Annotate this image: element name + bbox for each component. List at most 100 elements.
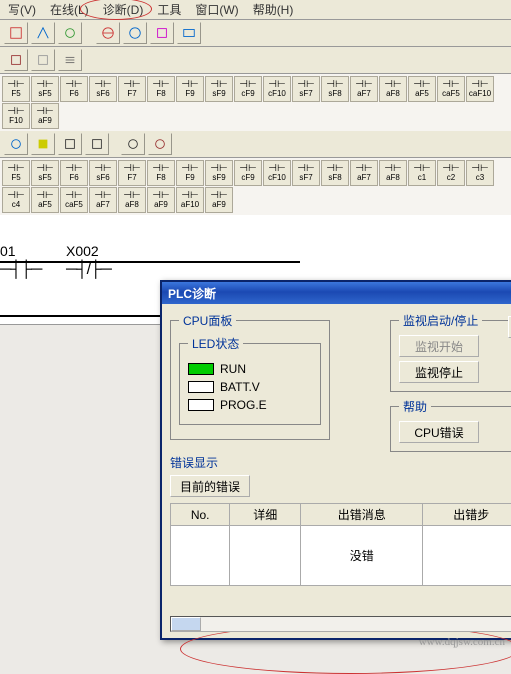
toolbar-row-3 xyxy=(0,131,511,158)
tool-icon[interactable] xyxy=(121,133,145,155)
menu-tool[interactable]: 工具 xyxy=(153,0,185,20)
fnkey-c2[interactable]: ⊣⊢c2 xyxy=(437,160,465,186)
fnkey-sF5[interactable]: ⊣⊢sF5 xyxy=(31,160,59,186)
tool-icon[interactable] xyxy=(148,133,172,155)
cpu-panel-group: CPU面板 LED状态 RUNBATT.VPROG.E xyxy=(170,312,330,440)
led-status-legend: LED状态 xyxy=(188,335,243,352)
menu-diag[interactable]: 诊断(D) xyxy=(99,0,148,20)
toolbar-row-2 xyxy=(0,47,511,74)
error-col-header: 出错步 xyxy=(423,504,511,526)
ladder-rung xyxy=(0,315,160,317)
fnkey-c1[interactable]: ⊣⊢c1 xyxy=(408,160,436,186)
help-group: 帮助 CPU错误 xyxy=(390,398,511,452)
fnkey-F5[interactable]: ⊣⊢F5 xyxy=(2,76,30,102)
tool-icon[interactable] xyxy=(31,49,55,71)
fnkey-sF7[interactable]: ⊣⊢sF7 xyxy=(292,160,320,186)
help-legend: 帮助 xyxy=(399,398,431,415)
plc-diag-dialog: PLC诊断 CPU面板 LED状态 RUNBATT.VPROG.E 监视启动/停… xyxy=(160,280,511,640)
led-indicator xyxy=(188,381,214,393)
tool-icon[interactable] xyxy=(58,49,82,71)
tool-icon[interactable] xyxy=(96,22,120,44)
led-label: PROG.E xyxy=(220,398,267,412)
fnkey-sF8[interactable]: ⊣⊢sF8 xyxy=(321,76,349,102)
fnkey-F7[interactable]: ⊣⊢F7 xyxy=(118,76,146,102)
tool-icon[interactable] xyxy=(4,22,28,44)
fnkey-caF5[interactable]: ⊣⊢caF5 xyxy=(437,76,465,102)
fnkey-c4[interactable]: ⊣⊢c4 xyxy=(2,187,30,213)
led-indicator xyxy=(188,399,214,411)
fnkey-sF9[interactable]: ⊣⊢sF9 xyxy=(205,76,233,102)
menu-help[interactable]: 帮助(H) xyxy=(249,0,298,20)
cpu-panel-legend: CPU面板 xyxy=(179,312,236,329)
dialog-titlebar[interactable]: PLC诊断 xyxy=(162,282,511,304)
tool-icon[interactable] xyxy=(4,49,28,71)
cpu-error-button[interactable]: CPU错误 xyxy=(399,421,479,443)
tool-icon[interactable] xyxy=(150,22,174,44)
tool-icon[interactable] xyxy=(58,133,82,155)
fnkey-F10[interactable]: ⊣⊢F10 xyxy=(2,103,30,129)
tool-icon[interactable] xyxy=(177,22,201,44)
menu-write[interactable]: 写(V) xyxy=(4,0,40,20)
fnkey-aF7[interactable]: ⊣⊢aF7 xyxy=(89,187,117,213)
fnkey-c3[interactable]: ⊣⊢c3 xyxy=(466,160,494,186)
right-column: 监视启动/停止 监视开始 监视停止 帮助 CPU错误 xyxy=(390,312,511,458)
fnkey-cF10[interactable]: ⊣⊢cF10 xyxy=(263,76,291,102)
fnkey-aF5[interactable]: ⊣⊢aF5 xyxy=(408,76,436,102)
led-row: PROG.E xyxy=(188,398,312,412)
fnkey-sF6[interactable]: ⊣⊢sF6 xyxy=(89,76,117,102)
fnkey-cF9[interactable]: ⊣⊢cF9 xyxy=(234,76,262,102)
fnkey-aF5[interactable]: ⊣⊢aF5 xyxy=(31,187,59,213)
fnkey-sF8[interactable]: ⊣⊢sF8 xyxy=(321,160,349,186)
contact-label: 01 xyxy=(0,243,41,259)
error-col-header: 详细 xyxy=(230,504,301,526)
fnkey-aF8[interactable]: ⊣⊢aF8 xyxy=(379,160,407,186)
tool-icon[interactable] xyxy=(31,22,55,44)
ladder-rung xyxy=(0,261,300,263)
fnkey-aF8[interactable]: ⊣⊢aF8 xyxy=(379,76,407,102)
fnkey-F9[interactable]: ⊣⊢F9 xyxy=(176,76,204,102)
menu-online[interactable]: 在线(L) xyxy=(46,0,93,20)
error-col-header: 出错消息 xyxy=(301,504,423,526)
toolbar-row-1 xyxy=(0,20,511,47)
error-message-cell: 没错 xyxy=(301,526,423,586)
tool-icon[interactable] xyxy=(31,133,55,155)
fnkey-cF10[interactable]: ⊣⊢cF10 xyxy=(263,160,291,186)
fnkey-sF9[interactable]: ⊣⊢sF9 xyxy=(205,160,233,186)
fnkey-aF7[interactable]: ⊣⊢aF7 xyxy=(350,76,378,102)
fnkey-F8[interactable]: ⊣⊢F8 xyxy=(147,76,175,102)
fnkey-aF8[interactable]: ⊣⊢aF8 xyxy=(118,187,146,213)
fnkey-F5[interactable]: ⊣⊢F5 xyxy=(2,160,30,186)
fnkey-sF7[interactable]: ⊣⊢sF7 xyxy=(292,76,320,102)
led-status-group: LED状态 RUNBATT.VPROG.E xyxy=(179,335,321,425)
fnkey-aF10[interactable]: ⊣⊢aF10 xyxy=(176,187,204,213)
monitor-start-button[interactable]: 监视开始 xyxy=(399,335,479,357)
fnkey-caF5[interactable]: ⊣⊢caF5 xyxy=(60,187,88,213)
tool-icon[interactable] xyxy=(123,22,147,44)
horizontal-scrollbar[interactable] xyxy=(170,616,511,632)
scrollbar-thumb[interactable] xyxy=(171,617,201,631)
fnkey-aF9[interactable]: ⊣⊢aF9 xyxy=(31,103,59,129)
fnkey-F8[interactable]: ⊣⊢F8 xyxy=(147,160,175,186)
fnkey-aF7[interactable]: ⊣⊢aF7 xyxy=(350,160,378,186)
fnkey-sF6[interactable]: ⊣⊢sF6 xyxy=(89,160,117,186)
monitor-group: 监视启动/停止 监视开始 监视停止 xyxy=(390,312,511,392)
function-key-row-1: ⊣⊢F5⊣⊢sF5⊣⊢F6⊣⊢sF6⊣⊢F7⊣⊢F8⊣⊢F9⊣⊢sF9⊣⊢cF9… xyxy=(0,74,511,131)
fnkey-sF5[interactable]: ⊣⊢sF5 xyxy=(31,76,59,102)
tool-icon[interactable] xyxy=(85,133,109,155)
fnkey-aF9[interactable]: ⊣⊢aF9 xyxy=(205,187,233,213)
fnkey-F7[interactable]: ⊣⊢F7 xyxy=(118,160,146,186)
fnkey-aF9[interactable]: ⊣⊢aF9 xyxy=(147,187,175,213)
menu-window[interactable]: 窗口(W) xyxy=(191,0,242,20)
error-col-header: No. xyxy=(171,504,230,526)
fnkey-F6[interactable]: ⊣⊢F6 xyxy=(60,76,88,102)
tool-icon[interactable] xyxy=(58,22,82,44)
monitor-stop-button[interactable]: 监视停止 xyxy=(399,361,479,383)
tool-icon[interactable] xyxy=(4,133,28,155)
fnkey-caF10[interactable]: ⊣⊢caF10 xyxy=(466,76,494,102)
led-label: BATT.V xyxy=(220,380,260,394)
current-error-button[interactable]: 目前的错误 xyxy=(170,475,250,497)
contact-label: X002 xyxy=(66,243,111,259)
fnkey-F9[interactable]: ⊣⊢F9 xyxy=(176,160,204,186)
fnkey-cF9[interactable]: ⊣⊢cF9 xyxy=(234,160,262,186)
fnkey-F6[interactable]: ⊣⊢F6 xyxy=(60,160,88,186)
